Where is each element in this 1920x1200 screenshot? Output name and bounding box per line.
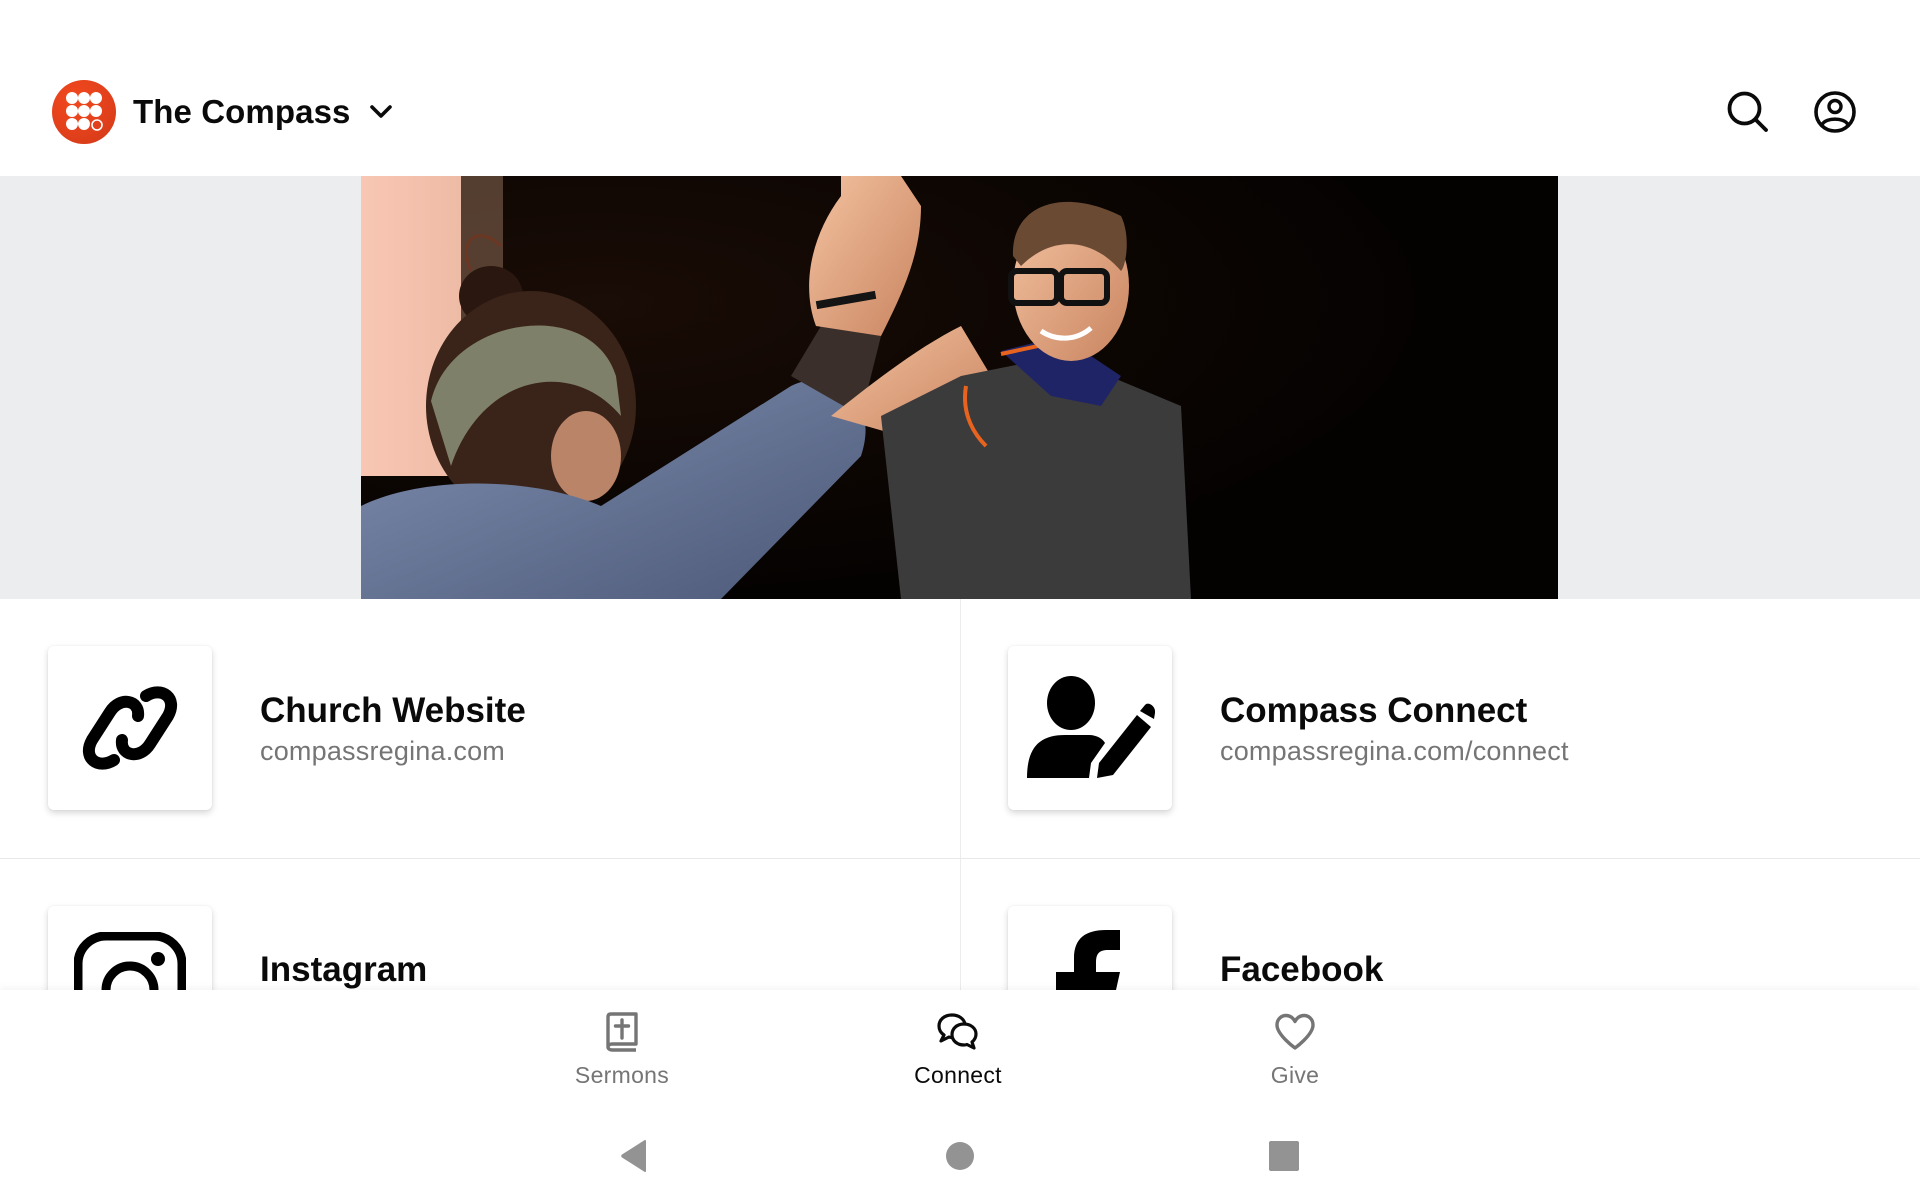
tab-label: Connect: [914, 1062, 1002, 1088]
facebook-icon-tile: [1008, 906, 1172, 990]
user-edit-icon: [1027, 676, 1155, 778]
tab-label: Give: [1270, 1062, 1320, 1088]
chevron-down-icon: [369, 100, 393, 124]
system-home-button[interactable]: [940, 1136, 980, 1176]
link-title: Facebook: [1220, 950, 1384, 989]
link-card-compass-connect[interactable]: Compass Connect compassregina.com/connec…: [961, 599, 1920, 858]
heart-icon: [1273, 1010, 1317, 1054]
links-grid: Church Website compassregina.com Compass…: [0, 599, 1920, 990]
tab-label: Sermons: [574, 1062, 670, 1088]
back-triangle-icon: [621, 1139, 646, 1173]
high-five-photo: [361, 176, 1558, 599]
bottom-navigation: Sermons Connect Give: [0, 990, 1920, 1110]
link-url: compassregina.com/connect: [1220, 736, 1569, 766]
link-card-facebook[interactable]: Facebook: [961, 859, 1920, 990]
link-card-instagram[interactable]: Instagram: [0, 859, 960, 990]
system-recents-button[interactable]: [1264, 1136, 1304, 1176]
tab-connect[interactable]: Connect: [858, 990, 1058, 1110]
link-title: Compass Connect: [1220, 691, 1528, 730]
hero-image: [361, 176, 1558, 599]
home-circle-icon: [946, 1142, 974, 1170]
app-header: The Compass: [0, 0, 1920, 176]
system-back-button[interactable]: [614, 1136, 654, 1176]
user-edit-icon-tile: [1008, 646, 1172, 810]
link-icon-tile: [48, 646, 212, 810]
chat-bubbles-icon: [936, 1010, 980, 1054]
account-circle-icon: [1814, 91, 1856, 133]
link-url: compassregina.com: [260, 736, 506, 766]
link-title: Instagram: [260, 950, 428, 989]
link-title: Church Website: [260, 691, 526, 730]
church-switcher[interactable]: The Compass: [52, 80, 393, 144]
link-card-church-website[interactable]: Church Website compassregina.com: [0, 599, 960, 858]
church-name: The Compass: [133, 93, 351, 130]
android-navigation-bar: [0, 1110, 1920, 1200]
facebook-icon: [1056, 930, 1120, 990]
search-button[interactable]: [1725, 89, 1771, 135]
hero-banner: [0, 176, 1920, 599]
recents-square-icon: [1269, 1141, 1299, 1171]
instagram-icon-tile: [48, 906, 212, 990]
bible-icon: [600, 1010, 644, 1054]
profile-button[interactable]: [1812, 89, 1858, 135]
instagram-icon: [74, 932, 186, 990]
tab-give[interactable]: Give: [1195, 990, 1395, 1110]
link-icon: [82, 686, 178, 770]
search-icon: [1727, 91, 1768, 132]
tab-sermons[interactable]: Sermons: [522, 990, 722, 1110]
church-logo-icon: [52, 80, 116, 144]
